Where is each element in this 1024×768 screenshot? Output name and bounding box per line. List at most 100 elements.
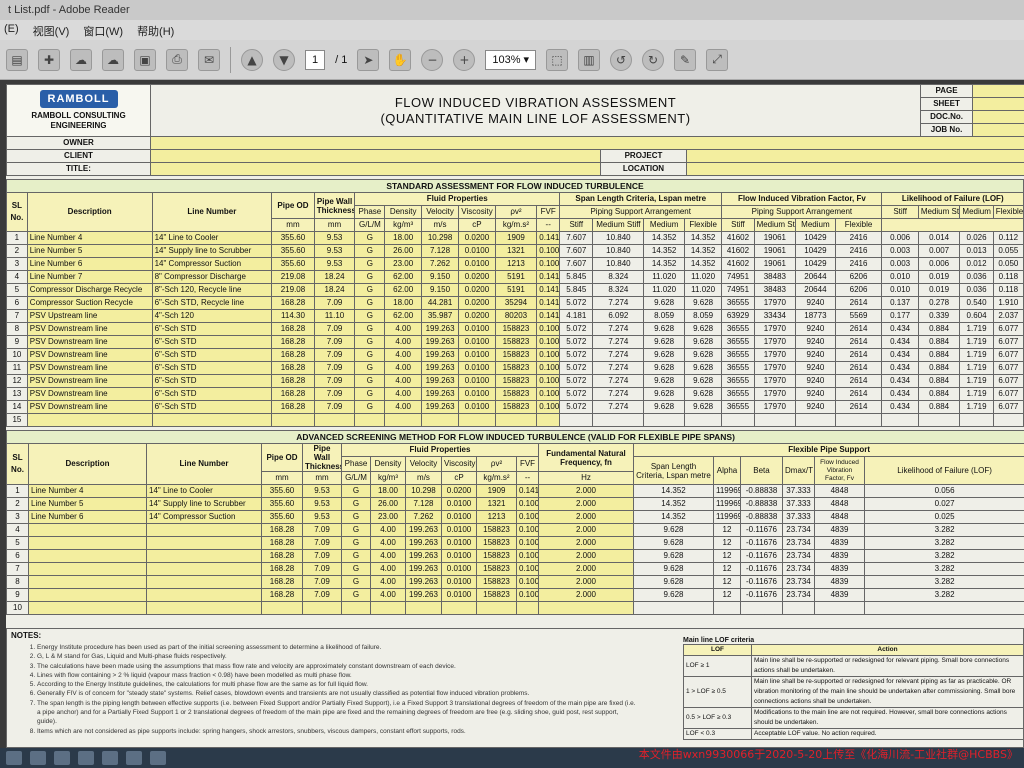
cell-span-mstiff: 7.274 bbox=[592, 335, 645, 349]
cell-fv-stiff: 74951 bbox=[721, 283, 755, 297]
menu-window[interactable]: 窗口(W) bbox=[83, 23, 123, 38]
cell-viscosity: 0.0100 bbox=[441, 575, 477, 589]
zoom-in-icon[interactable]: + bbox=[453, 48, 476, 71]
notes-section: NOTES: Energy Institute procedure has be… bbox=[6, 628, 1024, 748]
adv-col-rhov2: ρv² bbox=[476, 456, 517, 472]
cell-lof-medium: 1.719 bbox=[959, 335, 994, 349]
next-page-icon[interactable]: ▼ bbox=[273, 48, 295, 71]
folder-icon[interactable] bbox=[30, 751, 46, 765]
cell-fv-flexible: 2416 bbox=[834, 257, 883, 271]
browser-icon[interactable] bbox=[54, 751, 70, 765]
prev-page-icon[interactable]: ▲ bbox=[241, 48, 263, 71]
cell-sl: 12 bbox=[6, 374, 28, 388]
media-icon[interactable] bbox=[78, 751, 94, 765]
cell-lof-medium: 0.036 bbox=[959, 283, 994, 297]
cell-density: 4.00 bbox=[370, 562, 406, 576]
save-icon[interactable]: ▣ bbox=[134, 48, 156, 71]
cell-span-mstiff: 10.840 bbox=[592, 231, 645, 245]
adv-col-line-number: Line Number bbox=[146, 443, 262, 485]
cell-pipe-od: 355.60 bbox=[261, 510, 303, 524]
document-view[interactable]: RAMBOLL RAMBOLL CONSULTING ENGINEERING F… bbox=[6, 84, 1024, 748]
cell-phase: G bbox=[354, 296, 386, 310]
cell-wall: 7.09 bbox=[302, 523, 342, 537]
cell-line-number: 14" Line to Cooler bbox=[151, 231, 273, 245]
cell-rhov2: 1213 bbox=[494, 257, 538, 271]
cloud-sync-icon[interactable]: ☁ bbox=[102, 48, 124, 71]
cell-lof-stiff: 0.434 bbox=[881, 374, 919, 388]
start-icon[interactable] bbox=[6, 751, 22, 765]
cell-phase: G bbox=[354, 400, 386, 414]
cell-span-flexible: 9.628 bbox=[683, 348, 723, 362]
title-line-2: (QUANTITATIVE MAIN LINE LOF ASSESSMENT) bbox=[380, 110, 691, 126]
cell-line-number: 14" Compressor Suction bbox=[146, 510, 262, 524]
job-no-value bbox=[972, 123, 1024, 137]
cell-fv-stiff: 36555 bbox=[721, 296, 755, 310]
comment-icon[interactable]: ✎ bbox=[674, 48, 697, 71]
cell-fvf: 0.100 bbox=[536, 335, 561, 349]
cell-description bbox=[28, 562, 147, 576]
cell-velocity: 199.263 bbox=[420, 335, 460, 349]
adv-col-phase: Phase bbox=[341, 456, 371, 472]
cell-line-number: 6"-Sch STD bbox=[151, 374, 273, 388]
menu-edit[interactable]: (E) bbox=[4, 23, 19, 37]
cell-lof-stiff: 0.434 bbox=[881, 400, 919, 414]
pdf-icon[interactable] bbox=[102, 751, 118, 765]
cell-wall: 11.10 bbox=[313, 309, 356, 323]
table-row: 8 PSV Downstream line 6"-Sch STD 168.28 7.09… bbox=[6, 322, 1024, 336]
cell-lof-stiff: 0.177 bbox=[881, 309, 919, 323]
table-row: 8 168.28 7.09 G 4.00 199.263 0.0100 158823 0.100… bbox=[6, 575, 1024, 589]
full-screen-icon[interactable]: ⤢ bbox=[706, 48, 729, 71]
cell-density: 26.00 bbox=[370, 497, 406, 511]
cell-alpha: 12 bbox=[713, 588, 741, 602]
note-item: The calculations have been made using th… bbox=[37, 662, 637, 671]
cell-line-number: 4"-Sch 120 bbox=[151, 309, 273, 323]
cell-span-flexible: 11.020 bbox=[683, 270, 723, 284]
cell-beta: -0.11676 bbox=[740, 562, 783, 576]
cell-sl: 14 bbox=[6, 400, 28, 414]
cell-viscosity: 0.0100 bbox=[458, 361, 496, 375]
cell-fv-stiff: 41602 bbox=[721, 244, 755, 258]
adv-col-viscosity: Viscosity bbox=[441, 456, 477, 472]
email-icon[interactable]: ✉ bbox=[198, 48, 220, 71]
cloud-upload-icon[interactable]: ☁ bbox=[70, 48, 92, 71]
cell-fv-mstiff: 19061 bbox=[753, 231, 797, 245]
note-item: According to the Energy Institute guidel… bbox=[37, 680, 637, 689]
cell-span-stiff: 5.072 bbox=[559, 322, 594, 336]
cell-rhov2: 158823 bbox=[476, 536, 517, 550]
menu-help[interactable]: 帮助(H) bbox=[137, 23, 174, 38]
select-tool-icon[interactable]: ➤ bbox=[357, 48, 380, 71]
cell-rhov2: 1321 bbox=[476, 497, 517, 511]
lof-col-action: Action bbox=[751, 644, 1024, 656]
excel-icon[interactable] bbox=[126, 751, 142, 765]
fit-width-icon[interactable]: ▥ bbox=[578, 48, 601, 71]
adv-unit-density: kg/m³ bbox=[370, 471, 406, 485]
print-icon[interactable]: ⎙ bbox=[166, 48, 188, 71]
cell-viscosity: 0.0100 bbox=[458, 322, 496, 336]
cell-wall: 9.53 bbox=[313, 257, 356, 271]
doc-no-value bbox=[972, 110, 1024, 124]
cell-velocity: 7.128 bbox=[420, 244, 460, 258]
cell-fv-stiff: 36555 bbox=[721, 322, 755, 336]
notes-app-icon[interactable] bbox=[150, 751, 166, 765]
cell-line-number bbox=[146, 523, 262, 537]
zoom-select[interactable]: 103% ▾ bbox=[485, 49, 537, 70]
col-span-medium: Medium bbox=[643, 218, 685, 232]
fit-page-icon[interactable]: ⬚ bbox=[546, 48, 569, 71]
rotate-cw-icon[interactable]: ↻ bbox=[642, 48, 665, 71]
cell-fv-flexible: 2614 bbox=[834, 348, 883, 362]
cell-fvf: 0.100 bbox=[516, 536, 539, 550]
hand-tool-icon[interactable]: ✋ bbox=[389, 48, 412, 71]
page-number-input[interactable]: 1 bbox=[305, 49, 326, 70]
cell-dmax: 23.734 bbox=[782, 588, 815, 602]
zoom-out-icon[interactable]: − bbox=[421, 48, 444, 71]
cell-phase: G bbox=[354, 387, 386, 401]
adv-col-fnf: Fundamental Natural Frequency, fn bbox=[538, 443, 634, 472]
cell-rhov2 bbox=[494, 413, 538, 427]
note-item: Energy Institute procedure has been used… bbox=[37, 643, 637, 652]
open-icon[interactable]: ▤ bbox=[6, 48, 28, 71]
menu-view[interactable]: 视图(V) bbox=[33, 23, 70, 38]
rotate-ccw-icon[interactable]: ↺ bbox=[610, 48, 633, 71]
cell-description bbox=[28, 523, 147, 537]
cell-description bbox=[28, 549, 147, 563]
create-icon[interactable]: ✚ bbox=[38, 48, 60, 71]
